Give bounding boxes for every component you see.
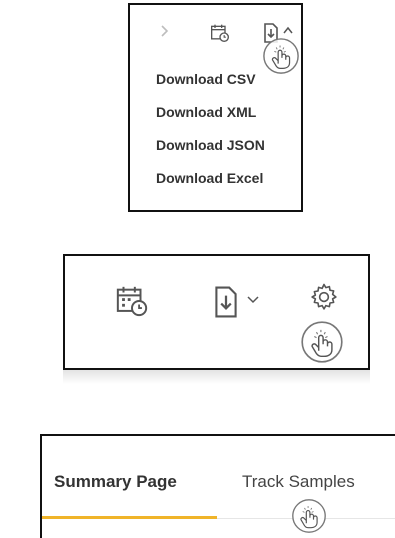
download-menu: Download CSV Download XML Download JSON … [130,63,301,195]
tab-bar: Summary Page Track Samples [40,434,395,538]
calendar-clock-icon[interactable] [210,23,230,43]
chevron-right-icon[interactable] [160,25,170,37]
download-icon[interactable] [213,286,239,318]
tap-gesture-icon [262,37,300,75]
menu-item-download-xml[interactable]: Download XML [130,96,301,129]
calendar-clock-icon[interactable] [115,284,149,318]
toolbar-panel [63,254,370,370]
tap-gesture-icon [300,320,344,364]
tab-summary-page[interactable]: Summary Page [54,472,177,492]
gear-icon[interactable] [309,282,339,312]
tap-gesture-icon [291,498,327,534]
chevron-down-icon[interactable] [247,296,259,304]
menu-item-download-json[interactable]: Download JSON [130,129,301,162]
tab-track-samples[interactable]: Track Samples [242,472,355,492]
toolbar-shadow [63,370,370,384]
download-dropdown-panel: Download CSV Download XML Download JSON … [128,3,303,212]
active-tab-indicator [42,516,217,519]
menu-item-download-excel[interactable]: Download Excel [130,162,301,195]
chevron-up-icon[interactable] [283,26,293,34]
